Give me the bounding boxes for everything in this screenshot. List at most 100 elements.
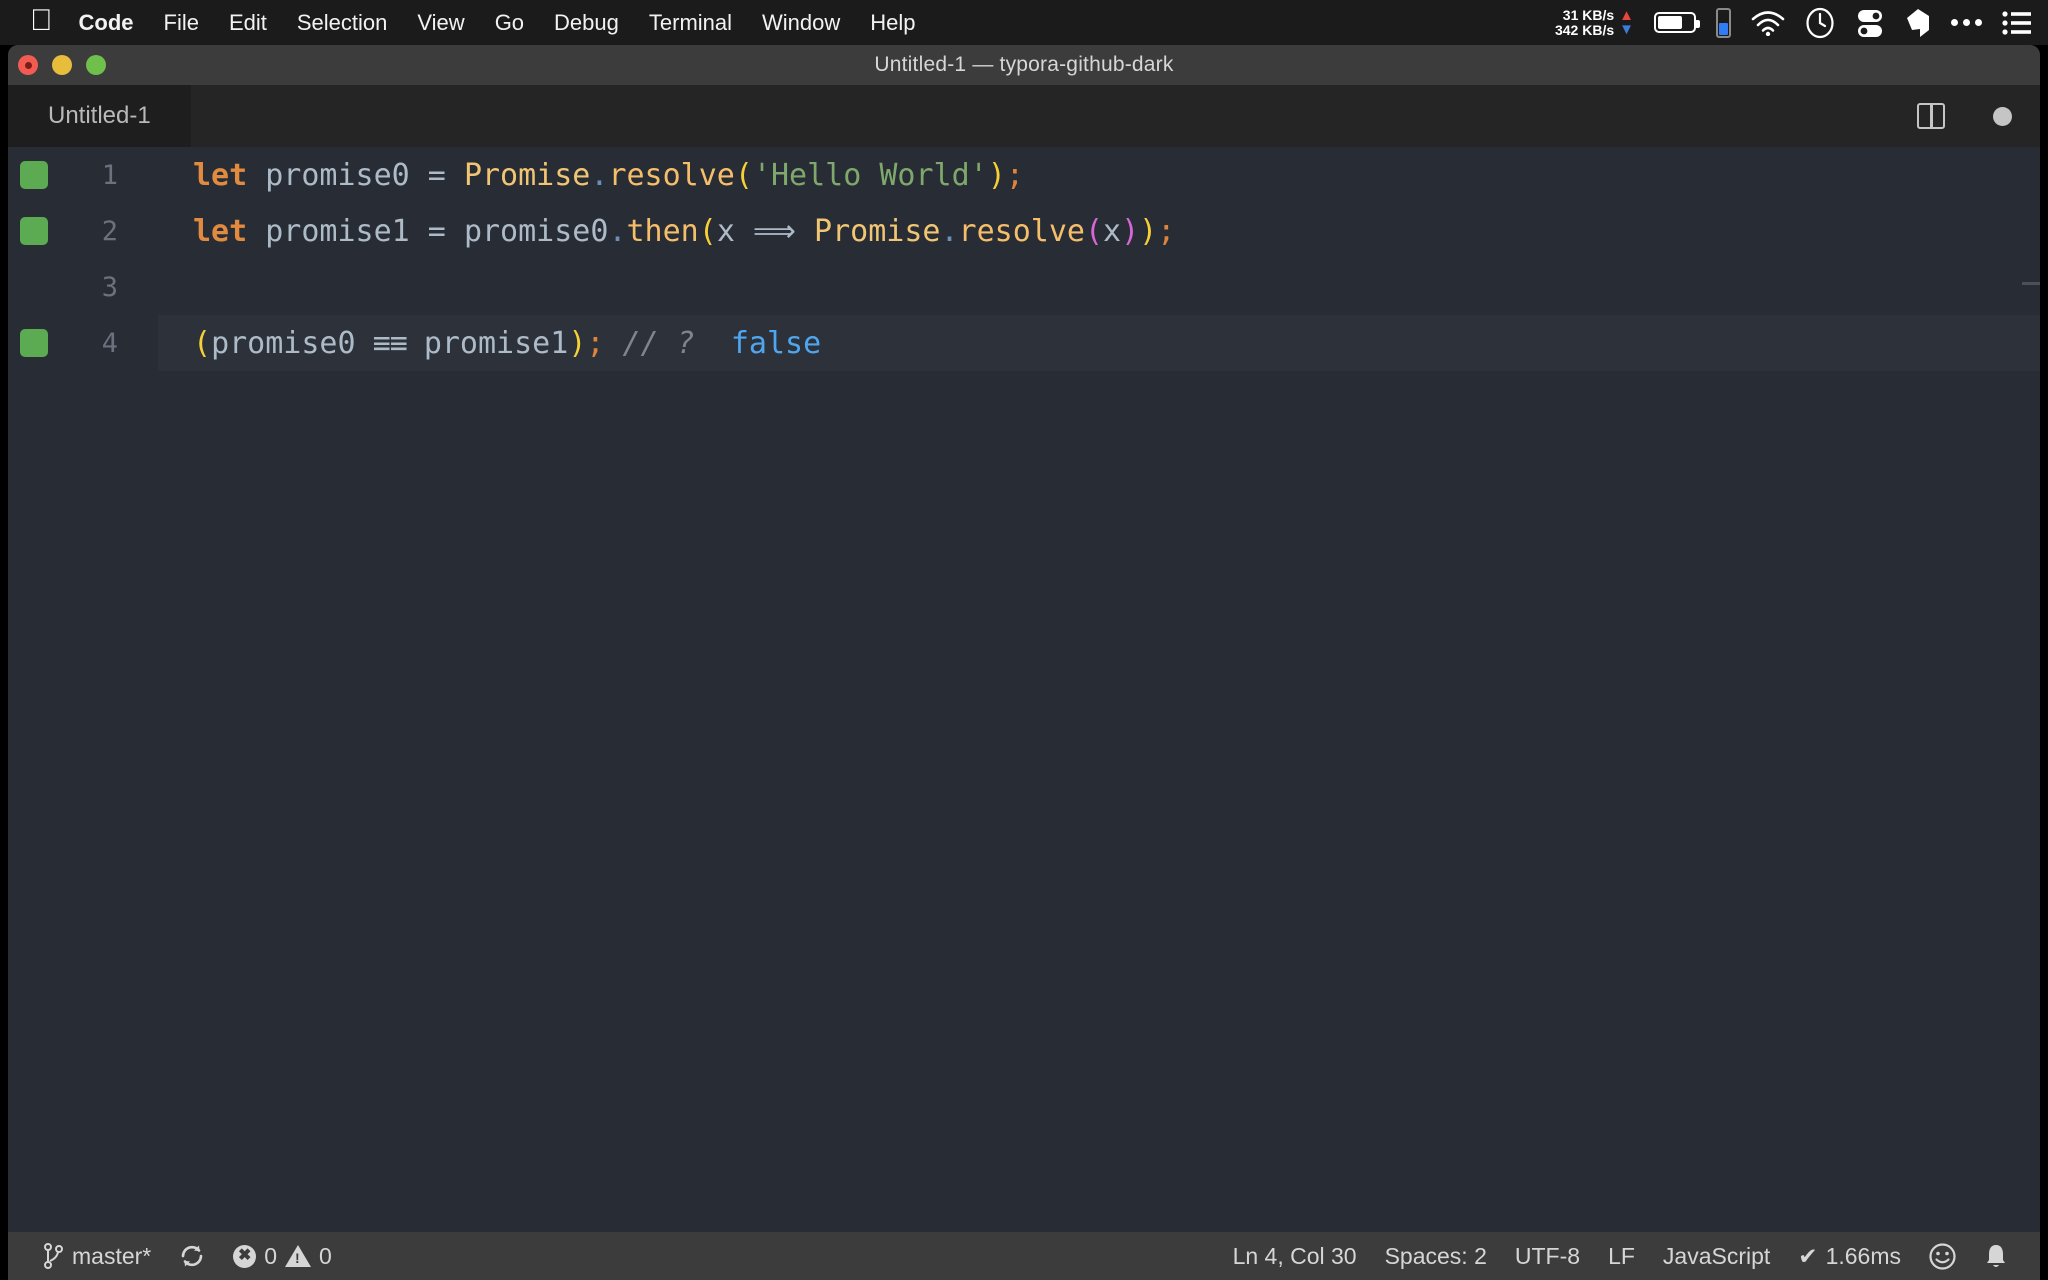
gutter-run-marker-icon[interactable] (20, 329, 48, 357)
smiley-icon (1929, 1242, 1956, 1270)
menu-item-file[interactable]: File (164, 10, 199, 36)
code-token: // ? (604, 325, 695, 361)
source-control-branch-icon (44, 1243, 63, 1269)
code-token: promise1 (265, 213, 410, 249)
menu-item-selection[interactable]: Selection (297, 10, 388, 36)
gutter-run-marker-icon[interactable] (20, 217, 48, 245)
code-line[interactable]: 1 let promise0 = Promise.resolve('Hello W… (8, 147, 2040, 203)
network-speed-indicator[interactable]: 31 KB/s 342 KB/s ▲ ▼ (1554, 6, 1634, 38)
code-line[interactable]: 4 (promise0 ≡≡ promise1); // ? false (8, 315, 2040, 371)
more-actions-dot-icon[interactable] (1993, 106, 2012, 126)
list-menu-icon[interactable] (2002, 10, 2032, 35)
status-encoding[interactable]: UTF-8 (1501, 1243, 1594, 1270)
menu-item-terminal[interactable]: Terminal (649, 10, 732, 36)
code-token: = (409, 213, 464, 249)
code-token: let (193, 157, 248, 193)
battery-icon[interactable] (1654, 12, 1700, 33)
phone-battery-icon[interactable] (1716, 7, 1731, 38)
quokka-time: 1.66ms (1825, 1242, 1901, 1269)
pencil-icon[interactable] (1905, 8, 1931, 38)
menu-item-debug[interactable]: Debug (554, 10, 619, 36)
upload-speed: 31 KB/s (1562, 6, 1615, 23)
split-editor-icon[interactable] (1917, 103, 1945, 129)
menu-item-go[interactable]: Go (495, 10, 524, 36)
gutter-run-marker-icon[interactable] (20, 161, 48, 189)
apple-logo-icon[interactable]:  (30, 5, 53, 36)
code-line-content[interactable] (158, 259, 2040, 315)
menu-item-view[interactable]: View (417, 10, 464, 36)
warning-count: 0 (319, 1242, 332, 1269)
menu-item-edit[interactable]: Edit (229, 10, 267, 36)
status-indentation[interactable]: Spaces: 2 (1371, 1243, 1501, 1270)
code-token: ) (1139, 213, 1158, 249)
status-branch[interactable]: master* (30, 1243, 165, 1270)
line-number: 4 (101, 327, 118, 359)
code-token: . (608, 213, 627, 249)
code-token: false (730, 325, 822, 361)
toggles-icon[interactable] (1855, 7, 1885, 39)
code-token: resolve (958, 213, 1085, 249)
code-token: ≡≡ (355, 325, 424, 361)
code-token: ; (586, 325, 605, 361)
status-notifications[interactable] (1970, 1243, 2022, 1270)
sync-icon (181, 1245, 203, 1267)
code-token: promise0 (211, 325, 356, 361)
ellipsis-icon[interactable] (1951, 19, 1982, 26)
window-title-bar: Untitled-1 — typora-github-dark (8, 45, 2040, 85)
error-count: 0 (264, 1242, 278, 1269)
clock-icon[interactable] (1805, 7, 1835, 39)
code-editor[interactable]: 1 let promise0 = Promise.resolve('Hello W… (8, 147, 2040, 1232)
code-line-content[interactable]: let promise0 = Promise.resolve('Hello Wo… (158, 147, 2040, 203)
code-token: ⟹ (734, 213, 815, 249)
code-token: promise0 (463, 213, 609, 249)
menu-item-code[interactable]: Code (79, 10, 134, 36)
editor-scrollbar[interactable] (2022, 282, 2040, 285)
line-number: 3 (101, 271, 118, 303)
wifi-icon[interactable] (1751, 10, 1785, 36)
code-token: promise1 (423, 325, 569, 361)
code-line-content[interactable]: (promise0 ≡≡ promise1); // ? false (158, 315, 2040, 371)
code-token: ) (1121, 213, 1140, 249)
code-line[interactable]: 2 let promise1 = promise0.then(x ⟹ Promis… (8, 203, 2040, 259)
menu-item-help[interactable]: Help (870, 10, 915, 36)
code-token: Promise (814, 213, 941, 249)
tab-label: Untitled-1 (48, 102, 151, 129)
bell-icon (1987, 1244, 2005, 1267)
code-line-content[interactable]: let promise1 = promise0.then(x ⟹ Promise… (158, 203, 2040, 259)
tab-untitled-1[interactable]: Untitled-1 (8, 85, 192, 147)
minimize-button[interactable] (52, 55, 72, 75)
error-circle-icon: ✖ (233, 1244, 257, 1268)
status-problems[interactable]: ✖ 0 0 (219, 1243, 346, 1270)
status-cursor-position[interactable]: Ln 4, Col 30 (1219, 1243, 1371, 1270)
status-sync[interactable] (165, 1243, 219, 1269)
editor-tab-bar: Untitled-1 (8, 85, 2040, 147)
window-title: Untitled-1 — typora-github-dark (874, 53, 1174, 76)
code-token: ( (193, 325, 212, 361)
line-number: 1 (101, 159, 118, 191)
code-token: 'Hello World' (752, 157, 988, 193)
branch-name: master* (72, 1242, 152, 1269)
code-token: x (716, 213, 735, 249)
code-token: resolve (608, 157, 735, 193)
menu-item-window[interactable]: Window (762, 10, 840, 36)
maximize-button[interactable] (86, 55, 106, 75)
status-language-mode[interactable]: JavaScript (1649, 1243, 1784, 1270)
code-token: then (626, 213, 699, 249)
code-token: . (590, 157, 609, 193)
code-line[interactable]: 3 (8, 259, 2040, 315)
line-number: 2 (101, 215, 118, 247)
code-token: let (193, 213, 248, 249)
macos-menu-bar:  Code File Edit Selection View Go Debug Termin… (0, 0, 2048, 45)
close-button[interactable] (18, 55, 38, 75)
editor-actions (1917, 85, 2012, 147)
status-eol[interactable]: LF (1594, 1243, 1649, 1270)
code-token: ; (1005, 157, 1024, 193)
quokka-check-icon: ✔ (1798, 1242, 1818, 1269)
traffic-light-buttons (18, 45, 106, 85)
download-speed: 342 KB/s (1554, 21, 1615, 38)
status-quokka[interactable]: ✔ 1.66ms (1784, 1243, 1915, 1270)
status-feedback[interactable] (1915, 1242, 1970, 1270)
warning-triangle-icon (285, 1245, 312, 1267)
